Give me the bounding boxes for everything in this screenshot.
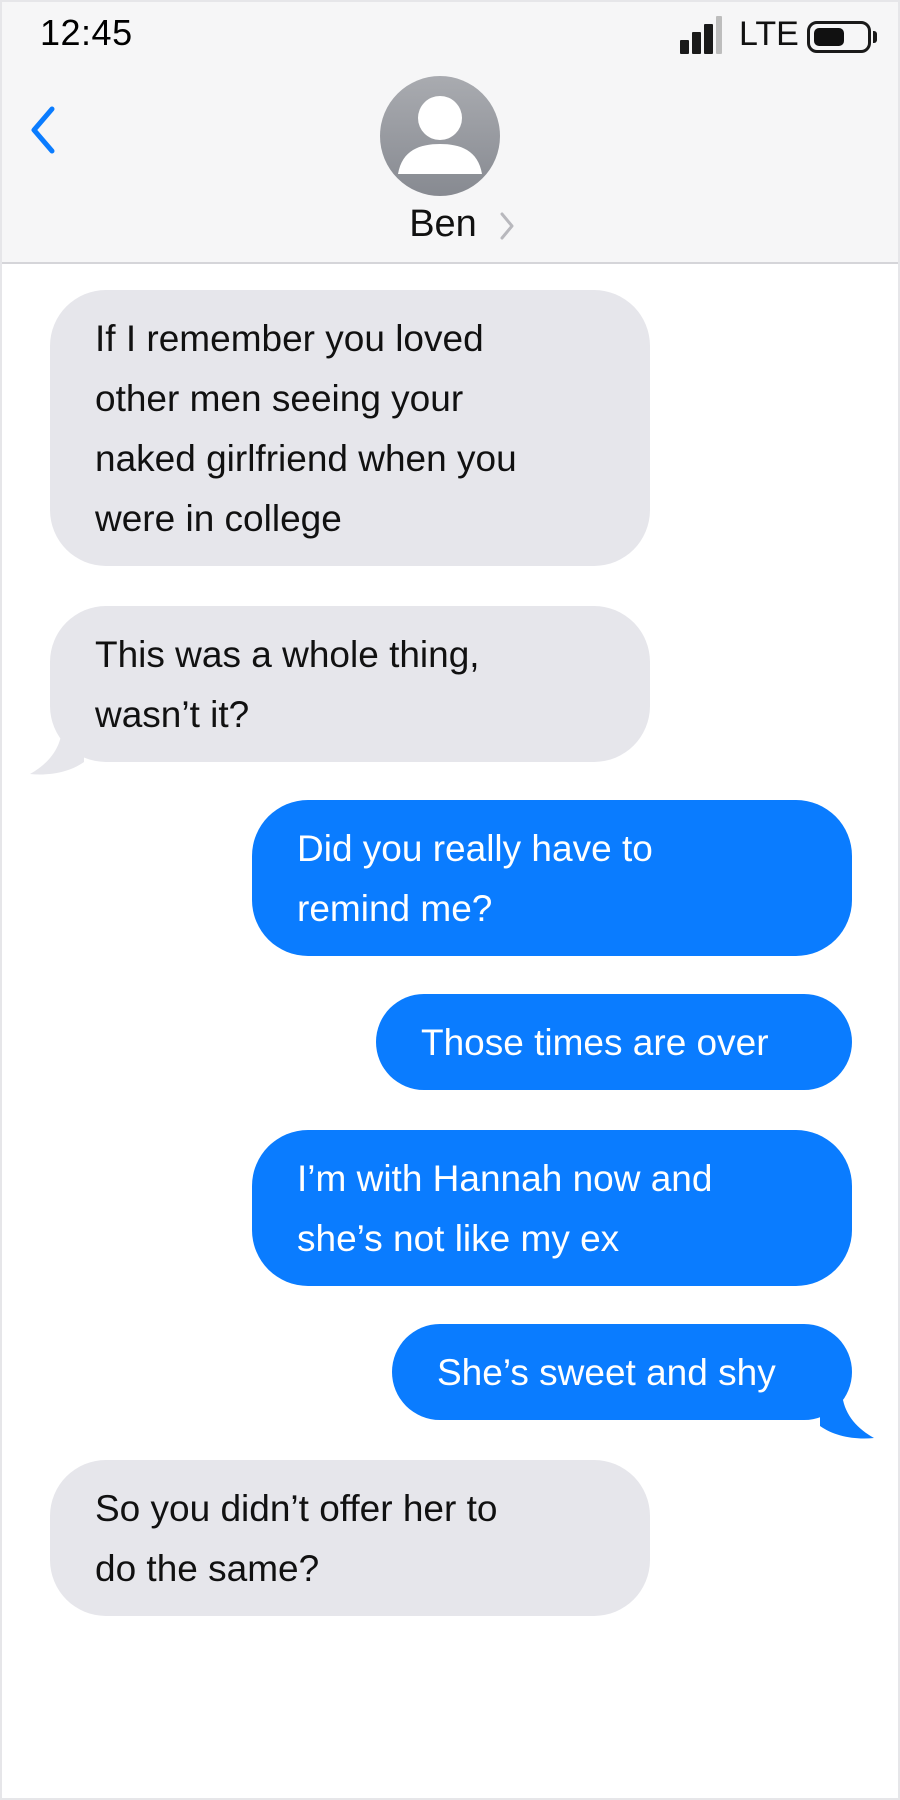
message-line: wasn’t it? [95,694,250,735]
message-bubble-incoming[interactable]: If I remember you loved other men seeing… [50,290,650,566]
outgoing-bubble-tail [820,1390,874,1439]
message-bubble-outgoing[interactable]: Those times are over [376,994,852,1090]
status-time: 12:45 [40,12,133,53]
message-bubble-outgoing[interactable]: I’m with Hannah now and she’s not like m… [252,1130,852,1286]
chevron-left-icon [31,106,55,154]
message-line: were in college [95,498,342,539]
chevron-right-icon [500,212,514,240]
conversation-header: 12:45 LTE Ben [2,2,898,264]
message-line: she’s not like my ex [297,1218,620,1259]
contact-details-button[interactable]: Ben [2,198,898,250]
message-line: Did you really have to [297,828,653,869]
message-line: naked girlfriend when you [95,438,517,479]
cellular-signal-icon [680,16,726,54]
message-bubble-outgoing[interactable]: She’s sweet and shy [392,1324,852,1420]
message-line: So you didn’t offer her to [95,1488,498,1529]
message-line: do the same? [95,1548,320,1589]
incoming-bubble-tail [30,726,84,775]
message-bubble-outgoing[interactable]: Did you really have to remind me? [252,800,852,956]
message-bubble-incoming[interactable]: This was a whole thing, wasn’t it? [50,606,650,762]
message-line: other men seeing your [95,378,464,419]
message-line: She’s sweet and shy [437,1352,776,1393]
message-line: If I remember you loved [95,318,484,359]
message-bubble-incoming[interactable]: So you didn’t offer her to do the same? [50,1460,650,1616]
person-silhouette-icon [398,96,482,174]
message-line: remind me? [297,888,493,929]
message-line: I’m with Hannah now and [297,1158,713,1199]
back-button[interactable] [20,102,66,158]
messages-screen: 12:45 LTE Ben If I remember you loved ot… [2,2,898,1798]
contact-name: Ben [409,202,477,245]
message-line: This was a whole thing, [95,634,480,675]
contact-avatar[interactable] [380,76,500,196]
message-line: Those times are over [421,1022,769,1063]
network-type: LTE [739,15,799,53]
battery-icon [807,21,877,53]
